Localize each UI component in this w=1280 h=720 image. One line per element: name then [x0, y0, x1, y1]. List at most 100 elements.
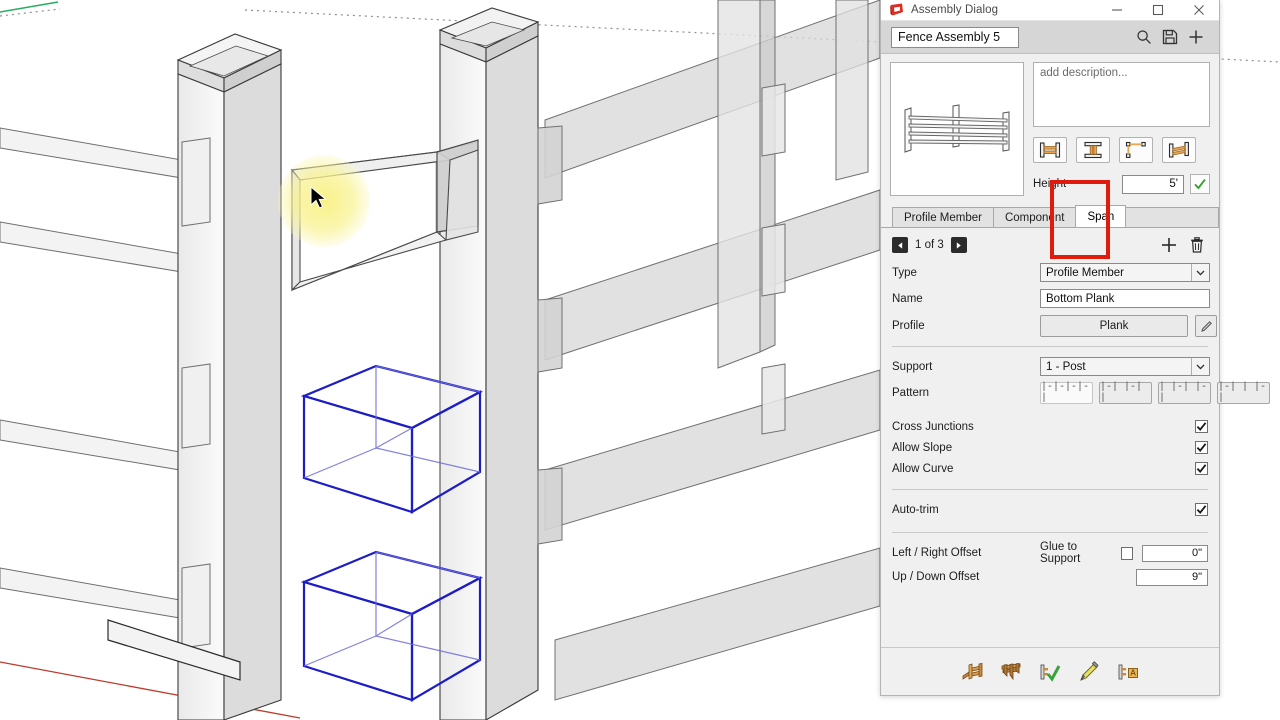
height-label: Height [1033, 178, 1067, 190]
pencil-icon[interactable] [1195, 315, 1217, 337]
auto-trim-label: Auto-trim [892, 503, 939, 516]
glue-to-support-label: Glue to Support [1040, 541, 1081, 565]
up-down-offset-control: 9" [1040, 568, 1208, 586]
trash-icon[interactable] [1186, 234, 1208, 256]
dialog-footer-toolbar: A [881, 647, 1219, 695]
vertical-span-icon[interactable] [1076, 137, 1110, 163]
divider-2 [892, 489, 1208, 490]
tab-strip-filler [1125, 207, 1219, 227]
left-right-offset-control: Glue to Support 0" [1040, 541, 1208, 565]
type-select-value: Profile Member [1046, 266, 1124, 279]
allow-slope-checkbox[interactable] [1195, 441, 1208, 454]
left-right-offset-row: Left / Right Offset Glue to Support 0" [892, 541, 1208, 565]
horizontal-span-icon[interactable] [1033, 137, 1067, 163]
sketchup-icon [889, 2, 905, 18]
support-select-value: 1 - Post [1046, 360, 1086, 373]
allow-curve-checkbox[interactable] [1195, 462, 1208, 475]
close-button[interactable] [1178, 0, 1219, 21]
apply-check-icon[interactable] [1037, 659, 1063, 685]
pattern-option-1[interactable]: |-|-|-|-| [1040, 382, 1093, 404]
minimize-button[interactable] [1096, 0, 1137, 21]
triangle-left-icon[interactable] [892, 237, 908, 253]
support-row: Support 1 - Post [892, 356, 1210, 377]
pattern-option-3[interactable]: | |-| |-| [1158, 382, 1211, 404]
assembly-name-toolbar[interactable]: Fence Assembly 5 [881, 21, 1219, 54]
corner-span-icon[interactable] [1119, 137, 1153, 163]
assembly-thumbnail[interactable] [890, 62, 1024, 196]
chevron-down-icon[interactable] [1191, 264, 1209, 281]
right-plank-stubs [761, 83, 786, 435]
orientation-button-group [1033, 137, 1210, 163]
cross-junctions-label: Cross Junctions [892, 420, 974, 433]
support-label: Support [892, 360, 933, 373]
plus-icon[interactable] [1183, 24, 1209, 50]
eyedropper-icon[interactable] [1076, 659, 1102, 685]
allow-slope-label: Allow Slope [892, 441, 953, 454]
up-down-offset-label: Up / Down Offset [892, 571, 980, 583]
span-panel: 1 of 3 Type Profile Member Name Bottom P… [881, 228, 1270, 647]
type-control: Profile Member [1040, 263, 1210, 282]
pattern-option-4[interactable]: |-| | |-| [1217, 382, 1270, 404]
pattern-gap [892, 408, 1208, 416]
glue-to-support-checkbox[interactable] [1120, 546, 1133, 560]
type-row: Type Profile Member [892, 262, 1210, 283]
description-input[interactable]: add description... [1033, 62, 1210, 127]
support-control: 1 - Post [1040, 357, 1210, 376]
profile-control: Plank [1040, 315, 1217, 337]
height-input[interactable]: 5' [1122, 174, 1184, 194]
tab-component[interactable]: Component [992, 207, 1077, 227]
auto-trim-row[interactable]: Auto-trim [892, 499, 1208, 520]
pattern-button-group: |-|-|-|-| |-| |-| | | |-| |-| |-| | |-| [1040, 382, 1270, 404]
assembly-name-input[interactable]: Fence Assembly 5 [891, 26, 1019, 48]
name-input[interactable]: Bottom Plank [1040, 289, 1210, 308]
profile-button[interactable]: Plank [1040, 315, 1188, 337]
up-down-offset-row: Up / Down Offset 9" [892, 567, 1208, 587]
profile-row: Profile Plank [892, 314, 1217, 338]
edit-fence-icon[interactable] [998, 659, 1024, 685]
triangle-right-icon[interactable] [950, 237, 967, 253]
item-counter: 1 of 3 [915, 239, 944, 251]
middle-post-planks [537, 125, 563, 545]
assembly-attribute-icon[interactable]: A [1115, 659, 1141, 685]
description-column: add description... Height 5' [1033, 62, 1210, 196]
left-right-offset-input[interactable]: 0" [1141, 544, 1208, 562]
type-label: Type [892, 266, 917, 279]
name-row: Name Bottom Plank [892, 288, 1210, 309]
name-control: Bottom Plank [1040, 289, 1210, 308]
svg-text:A: A [1130, 668, 1136, 677]
check-icon[interactable] [1190, 174, 1210, 194]
build-fence-icon[interactable] [959, 659, 985, 685]
pattern-row: Pattern |-|-|-|-| |-| |-| | | |-| |-| |-… [892, 382, 1270, 404]
left-right-offset-label: Left / Right Offset [892, 547, 982, 559]
tab-profile-member[interactable]: Profile Member [892, 207, 994, 227]
sloped-span-icon[interactable] [1162, 137, 1196, 163]
tab-strip[interactable]: Profile Member Component Span [881, 205, 1219, 228]
allow-slope-row[interactable]: Allow Slope [892, 437, 1208, 458]
cross-junctions-checkbox[interactable] [1195, 420, 1208, 433]
auto-trim-checkbox[interactable] [1195, 503, 1208, 516]
front-post-planks [181, 137, 211, 649]
height-row: Height 5' [1033, 174, 1210, 194]
pattern-label: Pattern [892, 387, 930, 399]
up-down-offset-input[interactable]: 9" [1136, 568, 1208, 586]
save-icon[interactable] [1157, 24, 1183, 50]
dialog-title: Assembly Dialog [911, 4, 999, 16]
preview-section: add description... Height 5' [881, 54, 1219, 196]
search-icon[interactable] [1131, 24, 1157, 50]
support-select[interactable]: 1 - Post [1040, 357, 1210, 376]
assembly-dialog[interactable]: Assembly Dialog Fence Assembly 5 add des… [880, 0, 1270, 696]
divider-3 [892, 532, 1208, 533]
allow-curve-row[interactable]: Allow Curve [892, 458, 1208, 479]
type-select[interactable]: Profile Member [1040, 263, 1210, 282]
tab-span[interactable]: Span [1075, 205, 1127, 227]
chevron-down-icon[interactable] [1191, 358, 1209, 375]
cross-junctions-row[interactable]: Cross Junctions [892, 416, 1208, 437]
pattern-option-2[interactable]: |-| |-| | [1099, 382, 1152, 404]
add-member-button[interactable] [1158, 234, 1180, 256]
maximize-button[interactable] [1137, 0, 1178, 21]
name-label: Name [892, 292, 923, 305]
dialog-titlebar[interactable]: Assembly Dialog [881, 0, 1219, 21]
allow-curve-label: Allow Curve [892, 462, 954, 475]
profile-label: Profile [892, 320, 925, 332]
item-navigation-row: 1 of 3 [892, 228, 1208, 262]
